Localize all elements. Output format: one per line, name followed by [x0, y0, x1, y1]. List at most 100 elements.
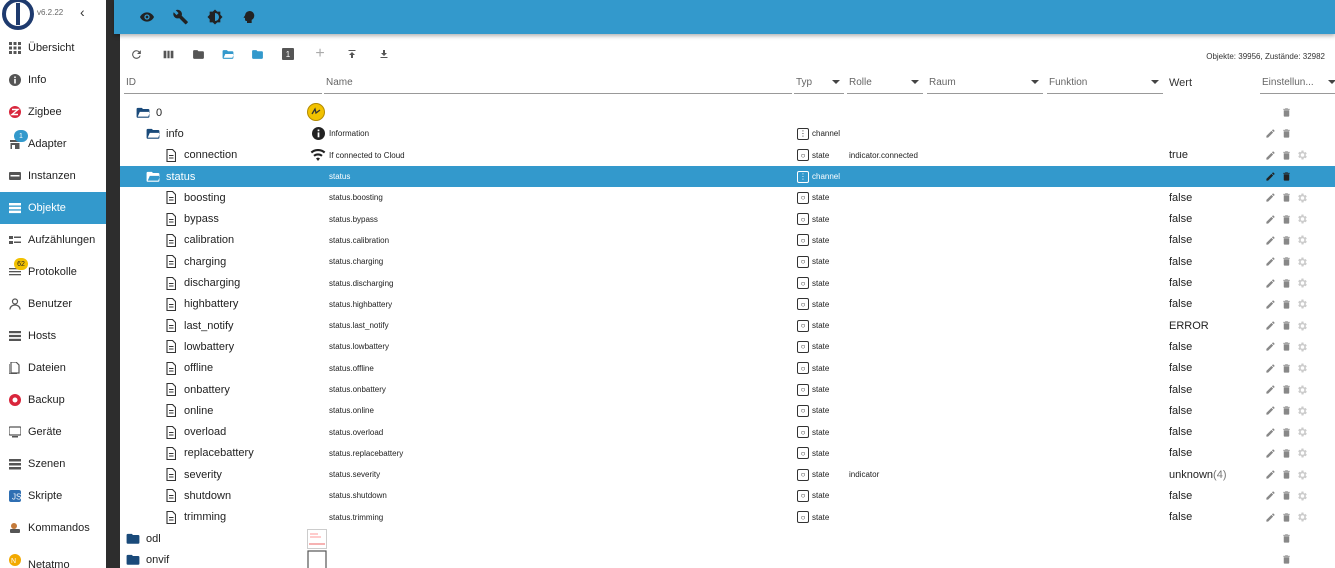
sidebar-item-objekte[interactable]: Objekte: [0, 192, 106, 224]
table-row[interactable]: online status.online ○ state false: [120, 400, 1335, 421]
sidebar-item-ger-te[interactable]: Geräte: [0, 416, 106, 448]
edit-icon[interactable]: [1264, 426, 1276, 438]
eye-icon[interactable]: [138, 8, 156, 26]
edit-icon[interactable]: [1264, 298, 1276, 310]
edit-icon[interactable]: [1264, 490, 1276, 502]
gear-icon[interactable]: [1296, 341, 1308, 353]
edit-icon[interactable]: [1264, 341, 1276, 353]
table-row[interactable]: connection If connected to Cloud ○ state ind…: [120, 145, 1335, 166]
gear-icon[interactable]: [1296, 405, 1308, 417]
sidebar-item-hosts[interactable]: Hosts: [0, 320, 106, 352]
delete-icon[interactable]: [1280, 362, 1292, 374]
gear-icon[interactable]: [1296, 213, 1308, 225]
delete-icon[interactable]: [1280, 171, 1292, 183]
room-filter-select[interactable]: Raum: [927, 72, 1043, 94]
brightness-icon[interactable]: [206, 8, 224, 26]
expand-all-icon[interactable]: [220, 46, 236, 62]
sidebar-item-benutzer[interactable]: Benutzer: [0, 288, 106, 320]
gear-icon[interactable]: [1296, 490, 1308, 502]
delete-icon[interactable]: [1280, 234, 1292, 246]
sidebar-item-kommandos[interactable]: Kommandos: [0, 512, 106, 544]
expert-mode-icon[interactable]: [240, 8, 258, 26]
table-row[interactable]: offline status.offline ○ state false: [120, 358, 1335, 379]
sidebar-item-aufz-hlungen[interactable]: Aufzählungen: [0, 224, 106, 256]
value-cell[interactable]: false: [1169, 443, 1192, 464]
gear-icon[interactable]: [1296, 298, 1308, 310]
edit-icon[interactable]: [1264, 256, 1276, 268]
settings-filter-select[interactable]: Einstellun...: [1260, 72, 1335, 94]
delete-icon[interactable]: [1280, 256, 1292, 268]
table-row[interactable]: last_notify status.last_notify ○ state ERROR: [120, 315, 1335, 336]
value-cell[interactable]: false: [1169, 294, 1192, 315]
gear-icon[interactable]: [1296, 149, 1308, 161]
table-row[interactable]: odl: [120, 528, 1335, 549]
gear-icon[interactable]: [1296, 192, 1308, 204]
value-cell[interactable]: false: [1169, 251, 1192, 272]
value-cell[interactable]: false: [1169, 187, 1192, 208]
value-cell[interactable]: false: [1169, 230, 1192, 251]
gear-icon[interactable]: [1296, 426, 1308, 438]
folder-open-icon[interactable]: [146, 170, 160, 184]
value-cell[interactable]: false: [1169, 421, 1192, 442]
edit-icon[interactable]: [1264, 362, 1276, 374]
delete-icon[interactable]: [1280, 107, 1292, 119]
delete-icon[interactable]: [1280, 192, 1292, 204]
value-cell[interactable]: unknown (4): [1169, 464, 1227, 485]
sidebar-item-backup[interactable]: Backup: [0, 384, 106, 416]
value-cell[interactable]: true: [1169, 145, 1188, 166]
role-filter-select[interactable]: Rolle: [847, 72, 923, 94]
value-cell[interactable]: false: [1169, 379, 1192, 400]
type-filter-select[interactable]: Typ: [794, 72, 844, 94]
add-icon[interactable]: +: [312, 45, 328, 62]
sidebar-item-adapter[interactable]: 1 Adapter: [0, 128, 106, 160]
table-row[interactable]: replacebattery status.replacebattery ○ stat…: [120, 443, 1335, 464]
folder-open-icon[interactable]: [146, 127, 160, 141]
sidebar-item-info[interactable]: Info: [0, 64, 106, 96]
gear-icon[interactable]: [1296, 362, 1308, 374]
delete-icon[interactable]: [1280, 213, 1292, 225]
delete-icon[interactable]: [1280, 384, 1292, 396]
delete-icon[interactable]: [1280, 447, 1292, 459]
table-row[interactable]: onbattery status.onbattery ○ state false: [120, 379, 1335, 400]
table-row[interactable]: trimming status.trimming ○ state false: [120, 507, 1335, 528]
sidebar-item-dateien[interactable]: Dateien: [0, 352, 106, 384]
value-cell[interactable]: false: [1169, 272, 1192, 293]
name-filter-field[interactable]: Name: [324, 72, 792, 94]
upload-icon[interactable]: [344, 46, 360, 62]
folder-open-icon[interactable]: [136, 106, 150, 120]
delete-icon[interactable]: [1280, 320, 1292, 332]
table-row[interactable]: bypass status.bypass ○ state false: [120, 208, 1335, 229]
filter-count-badge[interactable]: 1: [280, 46, 296, 62]
table-row[interactable]: 0: [120, 102, 1335, 123]
table-row[interactable]: discharging status.discharging ○ state false: [120, 272, 1335, 293]
table-row[interactable]: charging status.charging ○ state false: [120, 251, 1335, 272]
edit-icon[interactable]: [1264, 149, 1276, 161]
delete-icon[interactable]: [1280, 469, 1292, 481]
folder-icon[interactable]: [126, 532, 140, 546]
table-row[interactable]: highbattery status.highbattery ○ state false: [120, 294, 1335, 315]
value-cell[interactable]: ERROR: [1169, 315, 1209, 336]
delete-icon[interactable]: [1280, 128, 1292, 140]
sidebar-item--bersicht[interactable]: Übersicht: [0, 32, 106, 64]
gear-icon[interactable]: [1296, 511, 1308, 523]
refresh-icon[interactable]: [128, 46, 144, 62]
wrench-icon[interactable]: [172, 8, 190, 26]
table-row[interactable]: severity status.severity ○ state indicator un…: [120, 464, 1335, 485]
folder-icon[interactable]: [190, 46, 206, 62]
delete-icon[interactable]: [1280, 298, 1292, 310]
gear-icon[interactable]: [1296, 469, 1308, 481]
table-row[interactable]: calibration status.calibration ○ state false: [120, 230, 1335, 251]
columns-icon[interactable]: [160, 46, 176, 62]
delete-icon[interactable]: [1280, 277, 1292, 289]
value-cell[interactable]: false: [1169, 208, 1192, 229]
sidebar-item-zigbee[interactable]: Zigbee: [0, 96, 106, 128]
value-cell[interactable]: false: [1169, 507, 1192, 528]
iobroker-logo[interactable]: [2, 0, 34, 30]
table-row[interactable]: info Information ⋮ channel: [120, 123, 1335, 144]
edit-icon[interactable]: [1264, 469, 1276, 481]
edit-icon[interactable]: [1264, 171, 1276, 183]
delete-icon[interactable]: [1280, 341, 1292, 353]
id-filter-field[interactable]: ID: [124, 72, 322, 94]
table-row[interactable]: lowbattery status.lowbattery ○ state false: [120, 336, 1335, 357]
delete-icon[interactable]: [1280, 149, 1292, 161]
